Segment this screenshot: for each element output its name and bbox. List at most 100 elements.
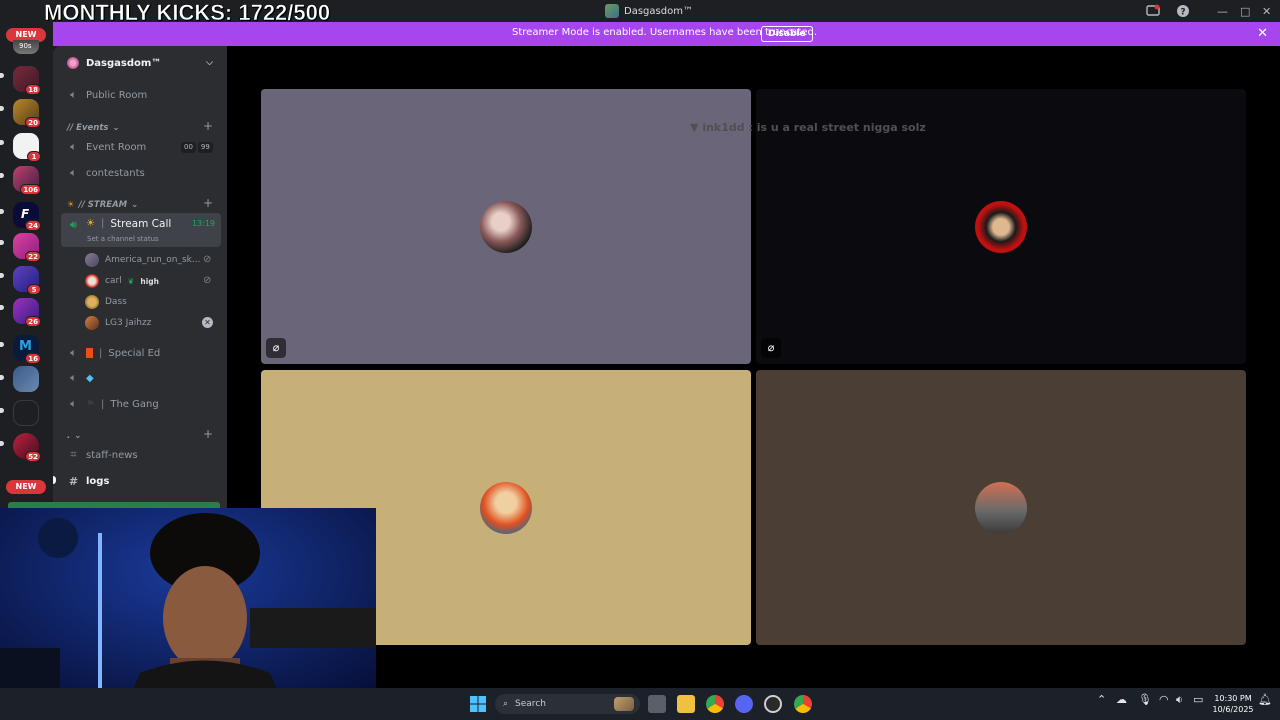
channel-staff-news[interactable]: ⌗ staff-news bbox=[61, 444, 221, 466]
chrome-icon[interactable] bbox=[706, 695, 724, 713]
channel-logs[interactable]: # logs bbox=[61, 470, 221, 492]
svg-text:?: ? bbox=[1180, 8, 1185, 18]
participant-avatar bbox=[975, 482, 1027, 534]
add-channel-icon[interactable]: + bbox=[203, 196, 213, 210]
voice-user[interactable]: carl ❦ high bbox=[85, 272, 159, 290]
new-unreads-badge[interactable]: NEW bbox=[6, 480, 46, 494]
battery-icon[interactable]: ▭ bbox=[1193, 693, 1203, 706]
unread-pill bbox=[0, 73, 4, 78]
close-banner-icon[interactable]: ✕ bbox=[1257, 26, 1268, 41]
add-channel-icon[interactable]: + bbox=[203, 119, 213, 133]
participant-avatar bbox=[480, 482, 532, 534]
voice-user-name: carl bbox=[105, 276, 122, 286]
server-icon[interactable]: M 16 bbox=[13, 335, 41, 364]
help-icon[interactable]: ? bbox=[1176, 2, 1190, 20]
server-icon[interactable] bbox=[13, 366, 39, 392]
muted-mic-icon: ⌀ bbox=[761, 338, 781, 358]
microphone-icon[interactable]: 🎙︎ bbox=[1138, 693, 1152, 706]
discord-icon[interactable] bbox=[735, 695, 753, 713]
server-icon[interactable]: 106 bbox=[13, 166, 41, 195]
unread-pill bbox=[53, 476, 56, 484]
sun-icon: ☀ bbox=[86, 218, 95, 229]
server-label: 90s bbox=[19, 42, 32, 50]
notification-bell-icon[interactable]: 🔔︎ bbox=[1258, 693, 1272, 706]
mention-badge: 16 bbox=[25, 353, 41, 364]
onedrive-icon[interactable]: ☁ bbox=[1116, 693, 1127, 706]
deafened-icon: ⊘ bbox=[203, 275, 212, 286]
chat-icon: ▼ bbox=[690, 121, 699, 134]
sun-icon: ☀ bbox=[67, 200, 75, 210]
close-window-icon[interactable]: ✕ bbox=[1262, 2, 1271, 20]
voice-user-name: LG3 Jaihzz bbox=[105, 318, 152, 328]
unread-pill bbox=[0, 305, 4, 310]
category-label: // Events bbox=[67, 123, 109, 133]
chrome-profile-icon[interactable] bbox=[794, 695, 812, 713]
avatar bbox=[85, 316, 99, 330]
obs-icon[interactable] bbox=[764, 695, 782, 713]
m-logo-icon: M bbox=[19, 339, 32, 354]
mention-badge: 1 bbox=[27, 151, 41, 162]
minimize-icon[interactable]: — bbox=[1217, 2, 1228, 20]
guild-header[interactable]: Dasgasdom™ ⌵ bbox=[53, 46, 227, 80]
unread-pill bbox=[0, 173, 4, 178]
server-icon[interactable]: 20 bbox=[13, 99, 41, 128]
channel-status-prompt[interactable]: Set a channel status bbox=[87, 235, 159, 243]
disable-streamer-mode-button[interactable]: Disable bbox=[761, 26, 813, 42]
unread-pill bbox=[0, 140, 4, 145]
divider: | bbox=[100, 398, 105, 410]
maximize-icon[interactable]: □ bbox=[1240, 2, 1250, 20]
channel-stream-call[interactable]: 🔊︎ ☀ | Stream Call 13:19 Set a channel s… bbox=[61, 213, 221, 247]
wifi-icon[interactable]: ◠ bbox=[1159, 693, 1169, 706]
avatar bbox=[85, 295, 99, 309]
voice-user[interactable]: LG3 Jaihzz bbox=[85, 314, 151, 332]
server-icon[interactable]: F 24 bbox=[13, 202, 41, 231]
server-icon[interactable] bbox=[13, 400, 39, 426]
video-stage: ⌀ ⌀ ▼ ink1dd : is u a real street nigga … bbox=[227, 46, 1280, 688]
channel-label: Public Room bbox=[86, 89, 148, 101]
category-events[interactable]: // Events ⌄ bbox=[67, 121, 120, 135]
divider: | bbox=[100, 218, 105, 229]
category-misc[interactable]: . ⌄ bbox=[67, 429, 81, 443]
server-icon[interactable]: 18 bbox=[13, 66, 41, 95]
voice-user[interactable]: Dass bbox=[85, 293, 127, 311]
server-icon[interactable]: 1 bbox=[13, 133, 41, 162]
server-icon[interactable]: 52 bbox=[13, 433, 41, 462]
voice-user-name: Dass bbox=[105, 297, 127, 307]
volume-icon[interactable]: 🔉︎ bbox=[1176, 693, 1183, 707]
voice-user[interactable]: America_run_on_sk... bbox=[85, 251, 200, 269]
muted-mic-icon: ⌀ bbox=[266, 338, 286, 358]
chat-overlay-text: ink1dd : is u a real street nigga solz bbox=[702, 121, 926, 134]
taskbar-search[interactable]: ⌕ Search bbox=[495, 694, 640, 714]
mention-badge: 52 bbox=[25, 451, 41, 462]
channel-special-ed[interactable]: 🔈︎ | Special Ed bbox=[61, 342, 221, 364]
file-explorer-icon[interactable] bbox=[677, 695, 695, 713]
channel-label: logs bbox=[86, 475, 110, 487]
channel-the-gang[interactable]: 🔈︎ ⚑ | The Gang bbox=[61, 393, 221, 415]
speaker-icon: 🔈︎ bbox=[70, 140, 77, 153]
windows-start-icon[interactable] bbox=[469, 695, 487, 713]
video-tile[interactable]: ⌀ bbox=[261, 89, 751, 364]
channel-public-room[interactable]: 🔈︎ Public Room bbox=[61, 84, 221, 106]
server-icon[interactable]: 5 bbox=[13, 266, 41, 295]
show-hidden-icons[interactable]: ⌃ bbox=[1097, 693, 1106, 706]
flag-icon: ⚑ bbox=[86, 398, 95, 410]
server-icon[interactable]: 22 bbox=[13, 233, 41, 262]
video-tile[interactable] bbox=[756, 370, 1246, 645]
channel-event-room[interactable]: 🔈︎ Event Room 00 99 bbox=[61, 136, 221, 158]
channel-gem[interactable]: 🔈︎ ◆ bbox=[61, 367, 221, 389]
speaker-active-icon: 🔊︎ bbox=[70, 218, 77, 231]
chat-overlay-message: ▼ ink1dd : is u a real street nigga solz bbox=[690, 121, 926, 134]
task-view-icon[interactable] bbox=[648, 695, 666, 713]
add-channel-icon[interactable]: + bbox=[203, 427, 213, 441]
category-stream[interactable]: ☀ // STREAM ⌄ bbox=[67, 198, 138, 212]
speaker-icon: 🔈︎ bbox=[70, 88, 77, 101]
server-icon[interactable]: 90s bbox=[13, 40, 39, 54]
inbox-icon[interactable] bbox=[1146, 2, 1160, 20]
channel-contestants[interactable]: 🔈︎ contestants bbox=[61, 162, 221, 184]
divider: | bbox=[99, 347, 103, 359]
server-icon[interactable]: 26 bbox=[13, 298, 41, 327]
unread-pill bbox=[0, 209, 4, 214]
taskbar-clock[interactable]: 10:30 PM 10/6/2025 bbox=[1210, 693, 1256, 715]
guild-icon bbox=[67, 57, 79, 69]
channel-label: Event Room bbox=[86, 141, 147, 153]
